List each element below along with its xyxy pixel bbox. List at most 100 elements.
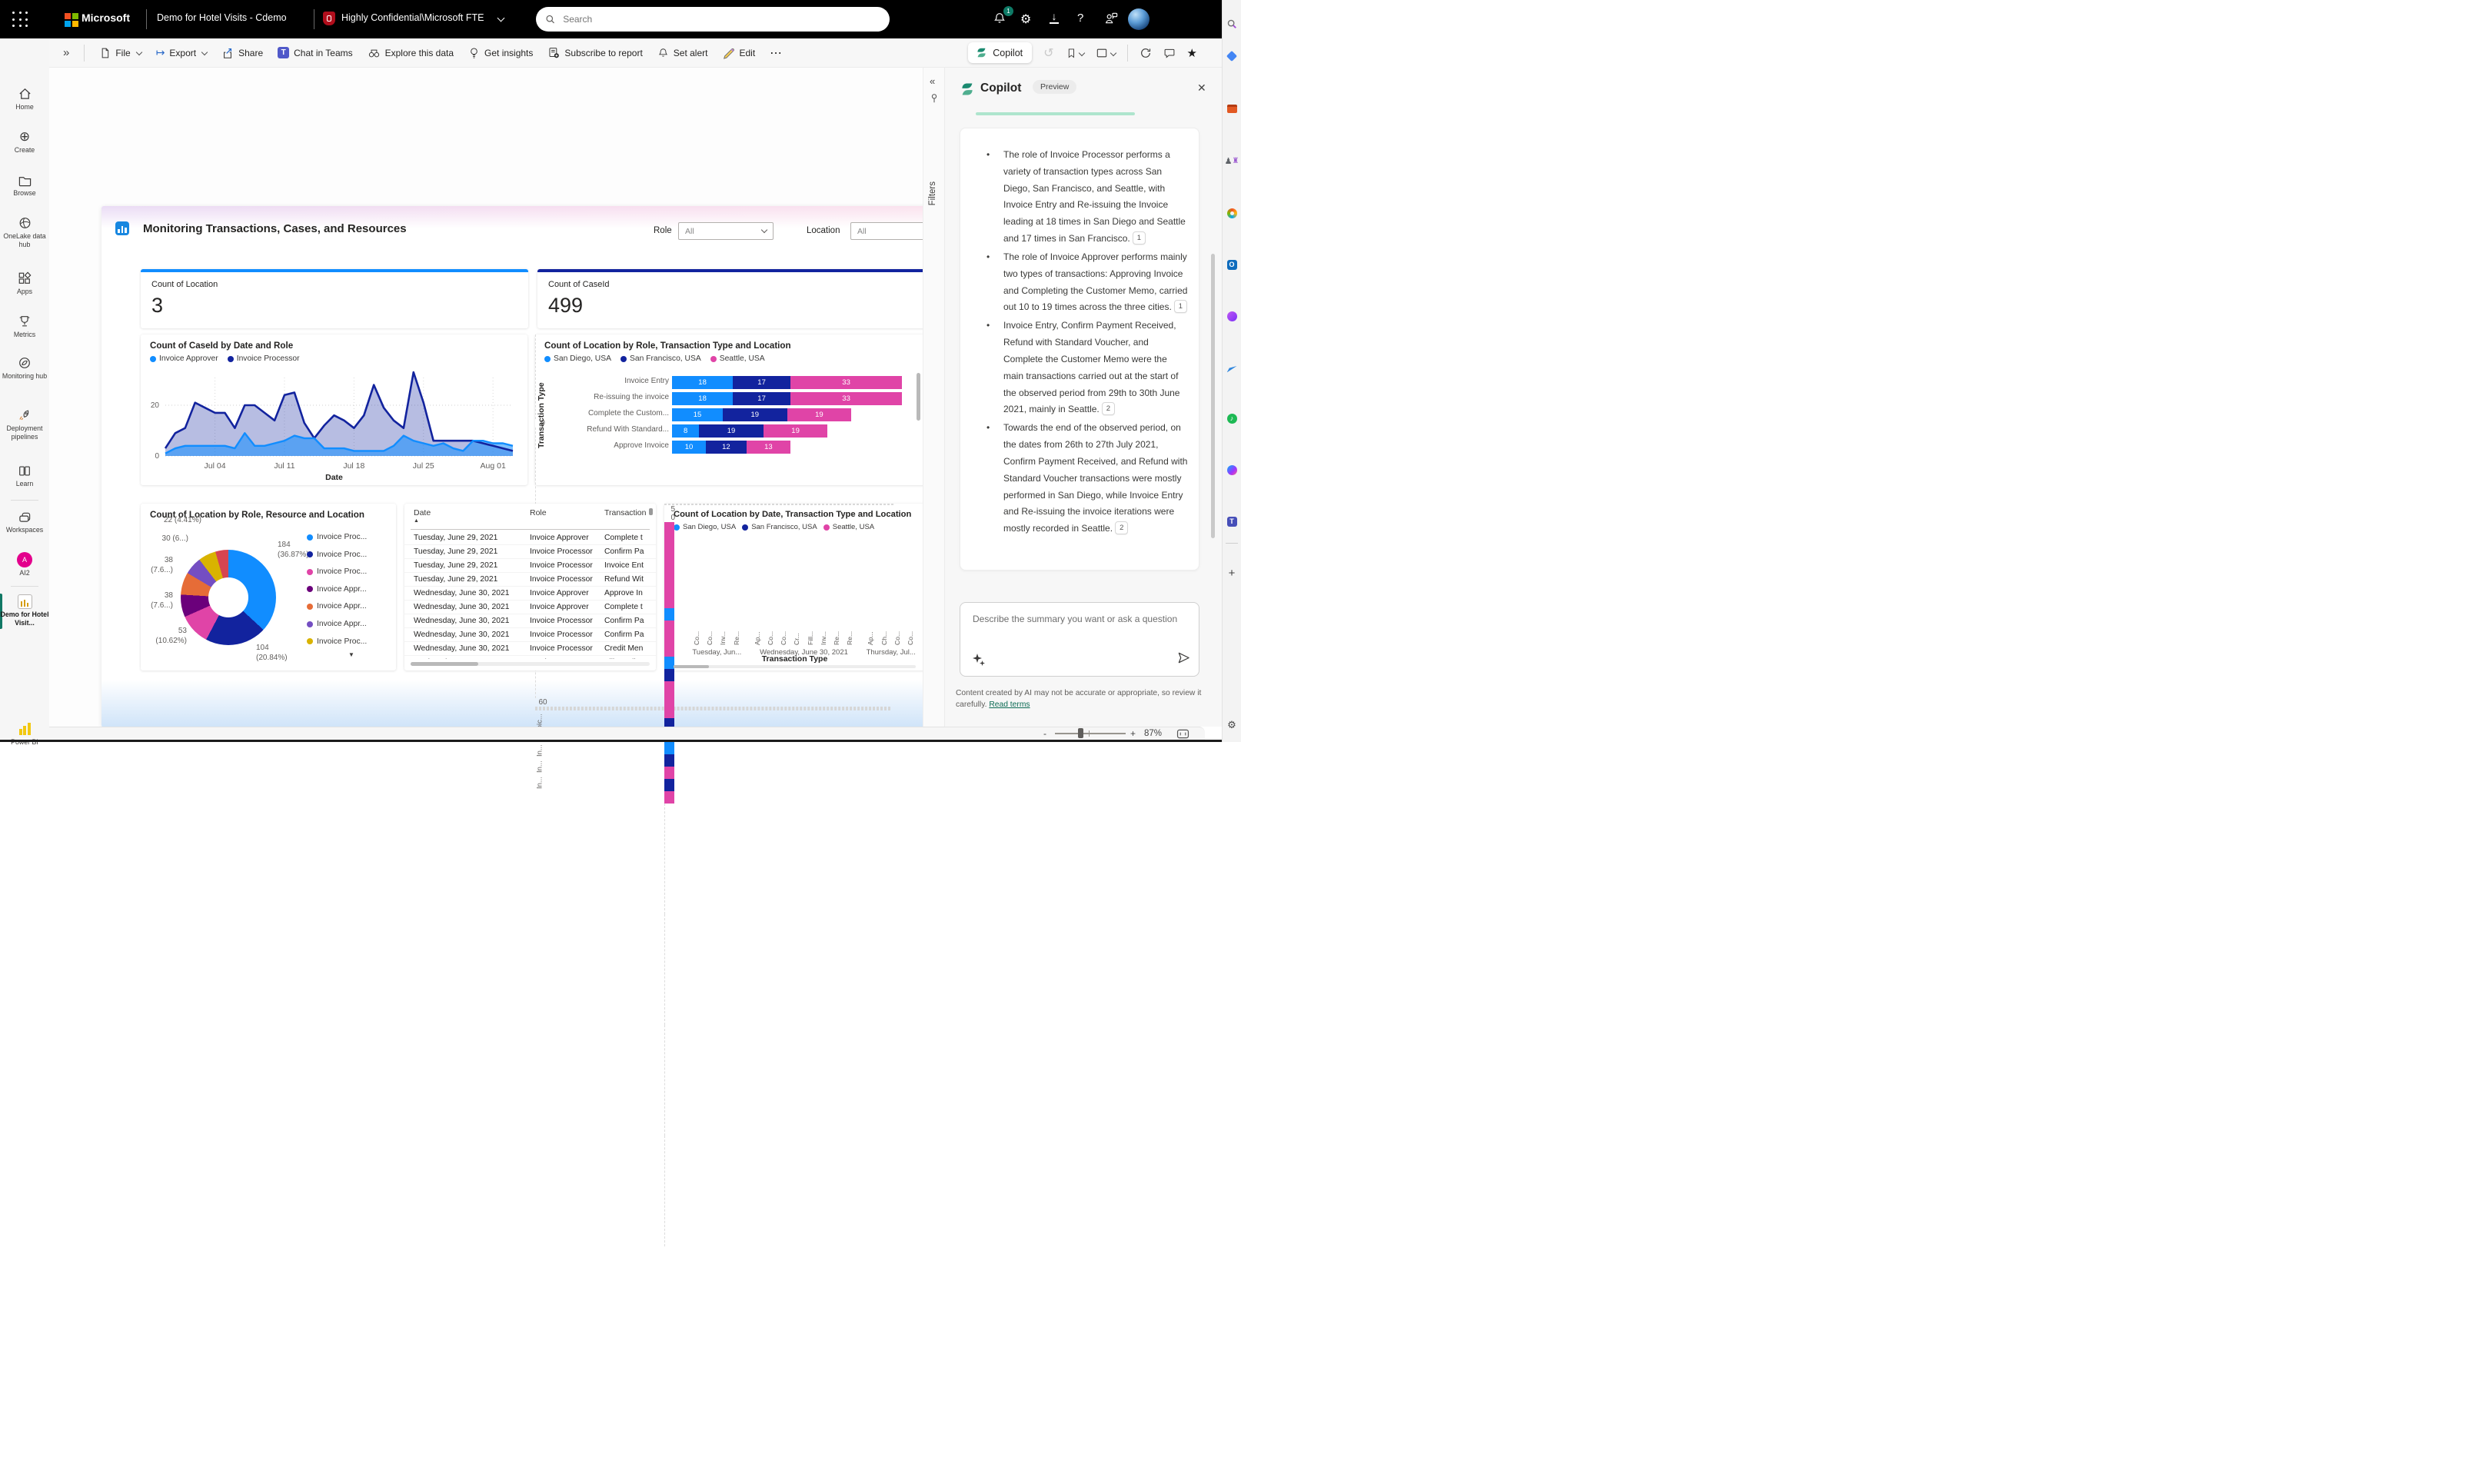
sparkle-icon[interactable] <box>973 654 982 663</box>
sidebar-item-onelake[interactable]: OneLake data hub <box>0 215 49 248</box>
table-row[interactable]: Wednesday, June 30, 2021Invoice Processo… <box>404 614 656 628</box>
column-segment[interactable] <box>664 596 674 608</box>
collapse-pane-button[interactable]: » <box>63 46 69 59</box>
sidebar-collections-icon[interactable] <box>1226 51 1237 62</box>
table-row[interactable]: Tuesday, June 29, 2021Invoice ProcessorC… <box>404 545 656 559</box>
sidebar-item-create[interactable]: ⊕ Create <box>0 129 49 155</box>
sidebar-spotify-icon[interactable]: ♪ <box>1226 413 1237 424</box>
feedback-button[interactable] <box>1104 11 1119 25</box>
table-row[interactable]: Wednesday, June 30, 2021Invoice Processo… <box>404 642 656 656</box>
sidebar-tools-icon[interactable] <box>1226 103 1237 114</box>
expand-filters-icon[interactable]: « <box>930 75 935 87</box>
sidebar-add-apps-icon[interactable]: + <box>1226 567 1237 578</box>
bar-segment[interactable]: 18 <box>672 376 733 389</box>
area-chart-caseid-by-date[interactable]: Count of CaseId by Date and Role Invoice… <box>141 334 527 485</box>
sidebar-item-demo-report[interactable]: Demo for Hotel Visit... <box>0 594 49 627</box>
column-segment[interactable] <box>664 743 674 755</box>
settings-gear-icon[interactable]: ⚙ <box>1020 12 1031 27</box>
sidebar-settings-icon[interactable]: ⚙ <box>1226 720 1237 730</box>
column-segment[interactable] <box>664 681 674 694</box>
share-button[interactable]: Share <box>221 47 263 59</box>
sidebar-games-icon[interactable]: ♟♜ <box>1226 155 1237 166</box>
column-header-date[interactable]: Date <box>414 508 521 517</box>
column-segment[interactable] <box>664 694 674 706</box>
bar-segment[interactable]: 13 <box>747 441 790 454</box>
legend-item[interactable]: Invoice Appr... <box>307 602 388 611</box>
filters-label[interactable]: Filters <box>928 181 937 205</box>
column-header-transaction[interactable]: Transaction <box>604 508 655 517</box>
set-alert-button[interactable]: Set alert <box>657 47 708 59</box>
column-segment[interactable] <box>664 706 674 718</box>
citation-chip[interactable]: 1 <box>1133 231 1146 245</box>
bar-row[interactable]: 181733 <box>672 376 902 389</box>
donut-chart-location-by-role-resource[interactable]: Count of Location by Role, Resource and … <box>141 504 396 670</box>
bar-segment[interactable]: 33 <box>790 376 902 389</box>
comments-icon[interactable] <box>1163 47 1176 59</box>
bar-segment[interactable]: 17 <box>733 376 790 389</box>
visual-scrollbar[interactable] <box>917 373 920 421</box>
bar-row[interactable]: 181733 <box>672 392 902 405</box>
citation-chip[interactable]: 2 <box>1102 402 1115 415</box>
bar-segment[interactable]: 18 <box>672 392 733 405</box>
zoom-slider-handle[interactable] <box>1078 728 1083 738</box>
table-row[interactable]: Tuesday, June 29, 2021Invoice ProcessorR… <box>404 573 656 587</box>
fit-to-page-icon[interactable] <box>1176 729 1189 739</box>
copilot-input-box[interactable] <box>960 602 1199 677</box>
kpi-card-count-of-caseid[interactable]: Count of CaseId 499 <box>537 269 925 328</box>
table-row[interactable]: Wednesday, June 30, 2021Invoice Approver… <box>404 587 656 601</box>
copilot-toggle-button[interactable]: Copilot <box>968 42 1032 63</box>
column-segment[interactable] <box>664 608 674 621</box>
column-header-role[interactable]: Role <box>530 508 601 517</box>
column-segment[interactable] <box>664 779 674 791</box>
column-segment[interactable] <box>664 522 674 534</box>
area-plot[interactable]: 200Jul 04Jul 11Jul 18Jul 25Aug 01 <box>145 370 522 474</box>
table-row[interactable]: Wednesday, June 30, 2021Invoice Processo… <box>404 656 656 659</box>
column-segment[interactable] <box>664 534 674 547</box>
bar-segment[interactable]: 19 <box>723 408 787 421</box>
column-segment[interactable] <box>664 754 674 767</box>
chat-in-teams-button[interactable]: T Chat in Teams <box>278 47 352 58</box>
refresh-icon[interactable] <box>1140 47 1152 59</box>
table-row[interactable]: Wednesday, June 30, 2021Invoice Approver… <box>404 601 656 614</box>
column-segment[interactable] <box>664 791 674 804</box>
sidebar-drop-icon[interactable] <box>1226 362 1237 373</box>
sidebar-messenger-icon[interactable] <box>1226 464 1237 475</box>
sidebar-microsoft365-icon[interactable] <box>1226 208 1237 218</box>
bar-segment[interactable]: 12 <box>706 441 747 454</box>
bar-segment[interactable]: 19 <box>787 408 852 421</box>
legend-item[interactable]: Invoice Proc... <box>307 551 388 559</box>
resize-handle[interactable] <box>649 508 653 515</box>
bar-row[interactable]: 151919 <box>672 408 851 421</box>
legend-more-icon[interactable]: ▼ <box>348 651 354 658</box>
table-row[interactable]: Wednesday, June 30, 2021Invoice Processo… <box>404 628 656 642</box>
legend-item[interactable]: Invoice Processor <box>228 354 300 363</box>
user-avatar[interactable] <box>1128 8 1150 30</box>
column-segment[interactable] <box>664 547 674 559</box>
send-icon[interactable] <box>1177 651 1190 664</box>
table-row[interactable]: Tuesday, June 29, 2021Invoice ApproverCo… <box>404 531 656 545</box>
sensitivity-label[interactable]: Highly Confidential\Microsoft FTE <box>341 12 484 23</box>
help-button[interactable]: ? <box>1077 12 1083 25</box>
subscribe-button[interactable]: Subscribe to report <box>547 46 642 59</box>
favorite-star-icon[interactable]: ★ <box>1187 46 1197 60</box>
sort-ascending-icon[interactable]: ▲ <box>414 518 419 524</box>
legend-item[interactable]: Invoice Appr... <box>307 585 388 594</box>
table-row[interactable]: Tuesday, June 29, 2021Invoice ProcessorI… <box>404 559 656 573</box>
bookmarks-button[interactable] <box>1066 47 1084 59</box>
sidebar-item-apps[interactable]: Apps <box>0 271 49 296</box>
visual-scrollbar[interactable] <box>674 665 709 668</box>
bar-chart-location-by-role-type[interactable]: Count of Location by Role, Transaction T… <box>535 334 925 485</box>
column-segment[interactable] <box>664 621 674 633</box>
citation-chip[interactable]: 1 <box>1174 300 1187 313</box>
read-terms-link[interactable]: Read terms <box>989 700 1030 709</box>
bar-segment[interactable]: 15 <box>672 408 723 421</box>
sidebar-teams-icon[interactable]: T <box>1226 516 1237 527</box>
explore-data-button[interactable]: Explore this data <box>368 47 454 59</box>
sidebar-designer-icon[interactable] <box>1226 311 1237 321</box>
bar-row[interactable]: 81919 <box>672 424 827 438</box>
zoom-in-button[interactable]: + <box>1130 728 1136 739</box>
sidebar-outlook-icon[interactable]: O <box>1226 259 1237 270</box>
transactions-table[interactable]: Date Role Transaction ▲ Tuesday, June 29… <box>404 504 656 670</box>
column-segment[interactable] <box>664 767 674 779</box>
close-icon[interactable]: ✕ <box>1197 82 1206 95</box>
